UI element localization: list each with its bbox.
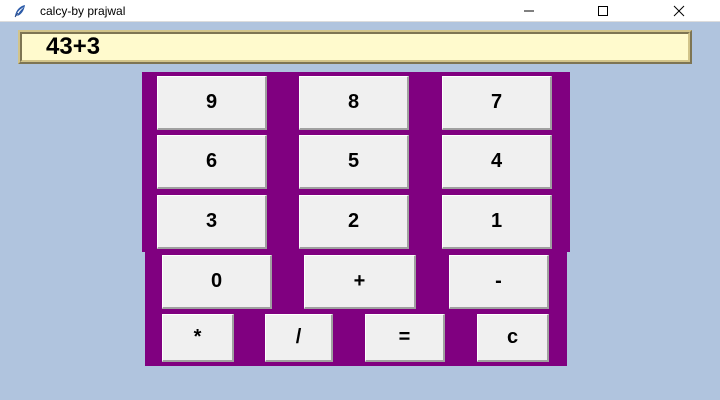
key-label: +	[353, 270, 366, 292]
key-0-button[interactable]: 0	[162, 255, 272, 309]
key-9-button[interactable]: 9	[157, 76, 267, 130]
display-value: 43+3	[46, 33, 101, 60]
display-entry[interactable]: 43+3	[18, 30, 692, 64]
minus-button[interactable]: -	[449, 255, 549, 309]
key-label: c	[506, 326, 519, 348]
maximize-button[interactable]	[580, 0, 626, 22]
close-icon	[673, 5, 685, 17]
key-6-button[interactable]: 6	[157, 135, 267, 189]
key-label: 6	[205, 150, 218, 172]
key-4-button[interactable]: 4	[442, 135, 552, 189]
key-label: -	[495, 270, 502, 292]
key-label: /	[295, 326, 302, 348]
key-label: 8	[347, 91, 360, 113]
equals-button[interactable]: =	[365, 314, 445, 362]
key-label: 5	[347, 150, 360, 172]
key-label: =	[398, 326, 411, 348]
plus-button[interactable]: +	[304, 255, 416, 309]
key-label: 9	[205, 91, 218, 113]
key-label: 0	[210, 270, 223, 292]
key-label: 7	[490, 91, 503, 113]
key-2-button[interactable]: 2	[299, 195, 409, 249]
key-label: *	[193, 326, 202, 348]
key-label: 4	[490, 150, 503, 172]
window-title: calcy-by prajwal	[40, 4, 126, 18]
minimize-button[interactable]	[506, 0, 552, 22]
title-bar: calcy-by prajwal	[0, 0, 720, 22]
key-label: 2	[347, 210, 360, 232]
key-5-button[interactable]: 5	[299, 135, 409, 189]
key-label: 3	[205, 210, 218, 232]
minimize-icon	[523, 5, 535, 17]
key-7-button[interactable]: 7	[442, 76, 552, 130]
close-button[interactable]	[656, 0, 702, 22]
divide-button[interactable]: /	[265, 314, 333, 362]
key-1-button[interactable]: 1	[442, 195, 552, 249]
multiply-button[interactable]: *	[162, 314, 234, 362]
clear-button[interactable]: c	[477, 314, 549, 362]
maximize-icon	[597, 5, 609, 17]
key-3-button[interactable]: 3	[157, 195, 267, 249]
key-label: 1	[490, 210, 503, 232]
key-8-button[interactable]: 8	[299, 76, 409, 130]
feather-icon	[12, 3, 28, 19]
